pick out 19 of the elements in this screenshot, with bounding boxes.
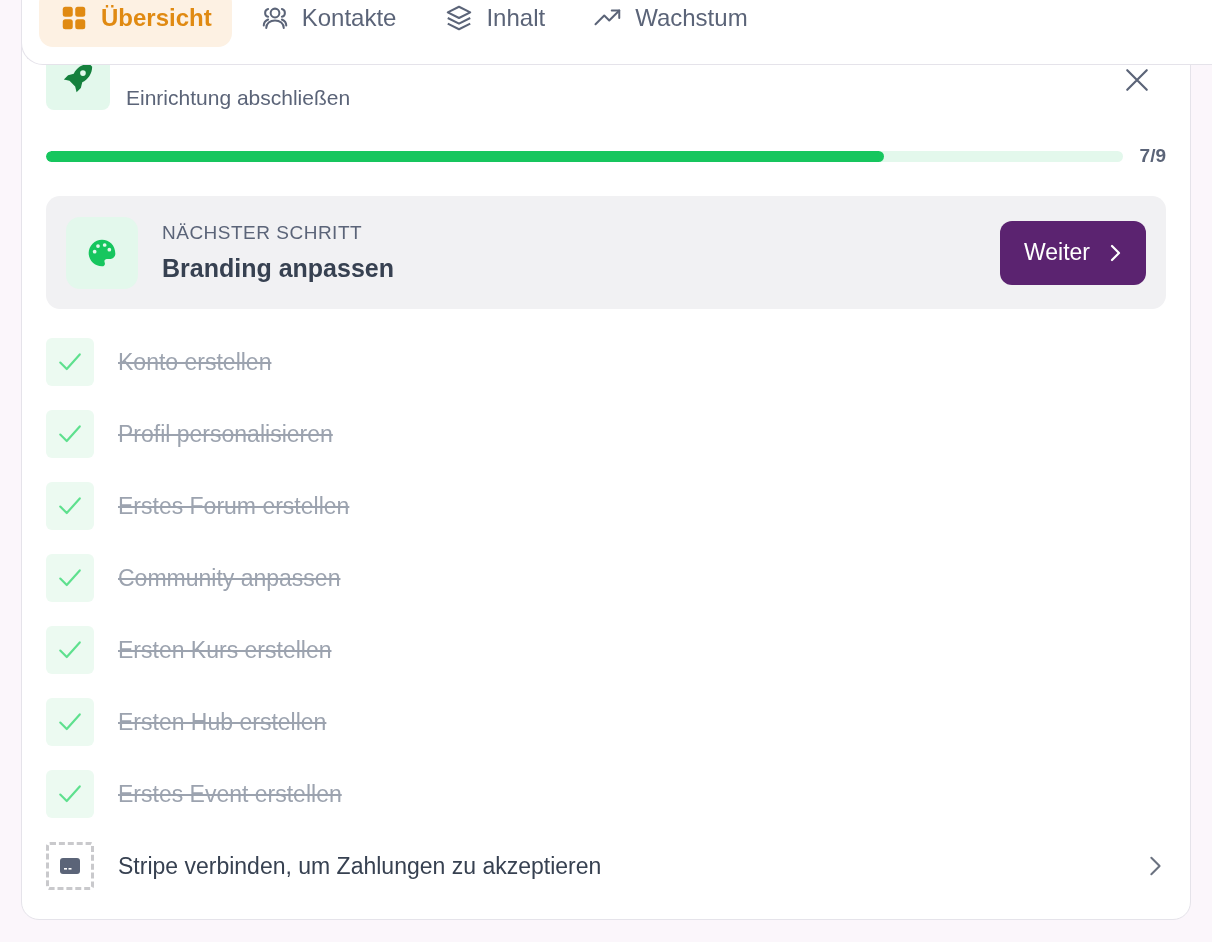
progress-count: 7/9 [1139,145,1166,167]
step-label: Konto erstellen [118,348,273,376]
continue-button[interactable]: Weiter [999,220,1146,285]
step-label: Erstes Event erstellen [118,780,343,808]
step-label: Erstes Forum erstellen [118,492,351,520]
close-icon[interactable] [1124,67,1150,93]
nav-tab[interactable]: Inhalt [424,0,566,47]
next-step-title: Branding anpassen [162,254,395,283]
subtitle: Einrichtung abschließen [126,86,352,110]
step-label[interactable]: Stripe verbinden, um Zahlungen zu akzeptieren [118,852,1120,880]
step-label: Ersten Kurs erstellen [118,636,333,664]
step-label: Ersten Hub erstellen [118,708,328,736]
step-label: Profil personalisieren [118,420,334,448]
step-label: Community anpassen [118,564,342,592]
chevron-right-icon [1108,243,1122,262]
nav-tab[interactable]: Wachstum [573,0,768,47]
palette-icon [66,216,138,289]
next-step-label: NÄCHSTER SCHRITT [162,222,364,244]
nav-tab[interactable]: Kontakte [239,0,417,47]
